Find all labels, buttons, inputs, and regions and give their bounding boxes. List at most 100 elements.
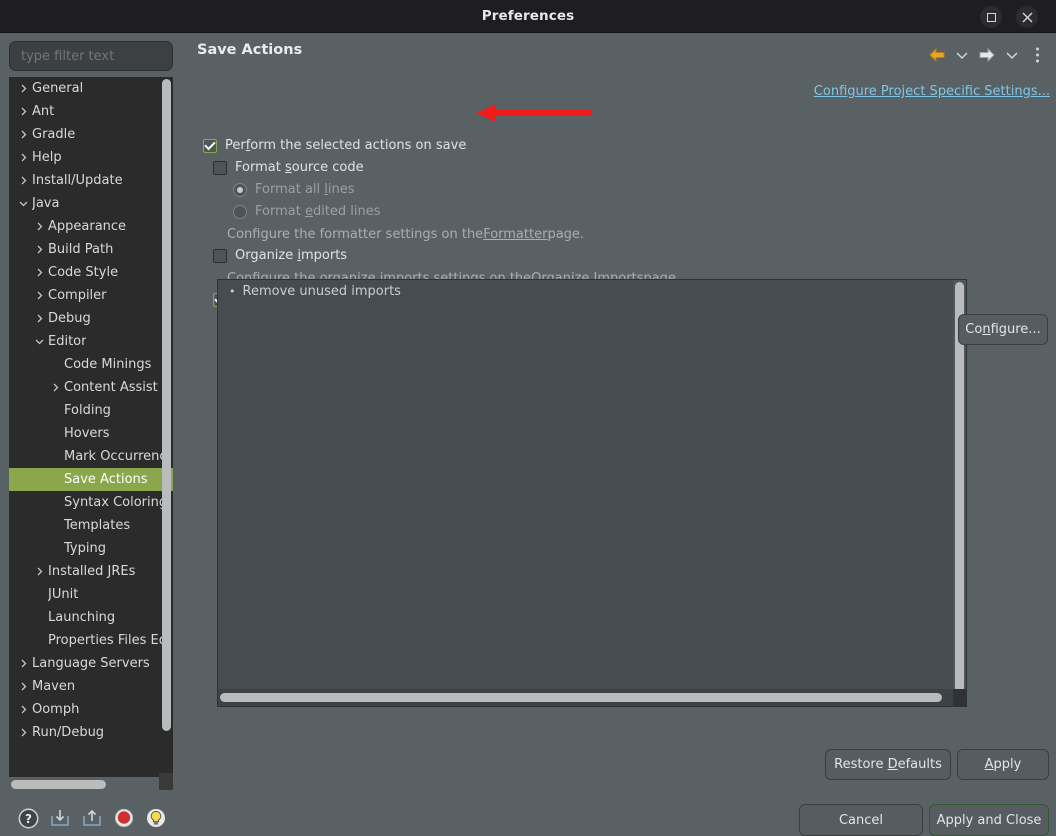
back-button[interactable] xyxy=(926,44,948,66)
sidebar-item-language-servers[interactable]: Language Servers xyxy=(9,652,173,675)
sidebar-item-compiler[interactable]: Compiler xyxy=(9,284,173,307)
sidebar-item-code-style[interactable]: Code Style xyxy=(9,261,173,284)
format-all-lines-radio[interactable] xyxy=(233,182,247,197)
apply-button[interactable]: Apply xyxy=(957,749,1049,780)
sidebar-item-run-debug[interactable]: Run/Debug xyxy=(9,721,173,744)
tree-expander[interactable] xyxy=(15,199,32,208)
chevron-right-icon[interactable] xyxy=(35,314,44,323)
list-horizontal-scrollbar[interactable] xyxy=(220,693,942,702)
tree-expander[interactable] xyxy=(31,314,48,323)
maximize-button[interactable] xyxy=(980,6,1002,28)
apply-and-close-button[interactable]: Apply and Close xyxy=(929,804,1049,836)
chevron-right-icon[interactable] xyxy=(19,130,28,139)
tree-expander[interactable] xyxy=(15,705,32,714)
tree-expander[interactable] xyxy=(31,291,48,300)
chevron-right-icon[interactable] xyxy=(19,176,28,185)
sidebar-item-appearance[interactable]: Appearance xyxy=(9,215,173,238)
sidebar-item-ant[interactable]: Ant xyxy=(9,100,173,123)
tree-expander[interactable] xyxy=(15,153,32,162)
sidebar-item-junit[interactable]: JUnit xyxy=(9,583,173,606)
chevron-down-icon[interactable] xyxy=(35,337,44,346)
tree-vertical-scrollbar[interactable] xyxy=(162,79,171,731)
chevron-right-icon[interactable] xyxy=(19,84,28,93)
sidebar-item-content-assist[interactable]: Content Assist xyxy=(9,376,173,399)
chevron-right-icon[interactable] xyxy=(35,567,44,576)
preferences-tree[interactable]: General Ant Gradle Help Install/Update Java Ap… xyxy=(9,77,173,777)
tree-expander[interactable] xyxy=(31,268,48,277)
chevron-right-icon[interactable] xyxy=(35,291,44,300)
sidebar-item-oomph[interactable]: Oomph xyxy=(9,698,173,721)
restore-defaults-button[interactable]: Restore Defaults xyxy=(825,749,951,780)
sidebar-item-gradle[interactable]: Gradle xyxy=(9,123,173,146)
chevron-right-icon[interactable] xyxy=(19,107,28,116)
format-source-code-row[interactable]: Format source code xyxy=(213,160,364,175)
tip-icon[interactable] xyxy=(144,806,168,830)
tree-expander[interactable] xyxy=(15,659,32,668)
chevron-right-icon[interactable] xyxy=(19,705,28,714)
tree-expander[interactable] xyxy=(15,728,32,737)
help-icon[interactable]: ? xyxy=(16,806,40,830)
sidebar-item-general[interactable]: General xyxy=(9,77,173,100)
format-source-code-checkbox[interactable] xyxy=(213,160,227,175)
chevron-right-icon[interactable] xyxy=(19,659,28,668)
tree-expander[interactable] xyxy=(47,383,64,392)
tree-expander[interactable] xyxy=(15,176,32,185)
tree-horizontal-scrollbar[interactable] xyxy=(11,780,106,789)
forward-history-dropdown[interactable] xyxy=(1001,44,1023,66)
format-all-lines-row[interactable]: Format all lines xyxy=(233,182,355,197)
sidebar-item-install-update[interactable]: Install/Update xyxy=(9,169,173,192)
tree-expander[interactable] xyxy=(15,682,32,691)
back-history-dropdown[interactable] xyxy=(951,44,973,66)
sidebar-item-help[interactable]: Help xyxy=(9,146,173,169)
format-edited-lines-row[interactable]: Format edited lines xyxy=(233,204,381,219)
chevron-right-icon[interactable] xyxy=(19,728,28,737)
chevron-right-icon[interactable] xyxy=(35,268,44,277)
sidebar-item-launching[interactable]: Launching xyxy=(9,606,173,629)
sidebar-item-folding[interactable]: Folding xyxy=(9,399,173,422)
sidebar-item-templates[interactable]: Templates xyxy=(9,514,173,537)
format-edited-lines-radio[interactable] xyxy=(233,204,247,219)
cancel-button[interactable]: Cancel xyxy=(799,804,923,836)
tree-expander[interactable] xyxy=(31,245,48,254)
sidebar-item-build-path[interactable]: Build Path xyxy=(9,238,173,261)
tree-expander[interactable] xyxy=(15,84,32,93)
perform-on-save-row[interactable]: Perform the selected actions on save xyxy=(203,138,466,153)
tree-expander[interactable] xyxy=(15,130,32,139)
chevron-right-icon[interactable] xyxy=(51,383,60,392)
export-icon[interactable] xyxy=(80,806,104,830)
tree-expander[interactable] xyxy=(15,107,32,116)
record-icon[interactable] xyxy=(112,806,136,830)
configure-button[interactable]: Configure... xyxy=(958,314,1048,345)
view-menu-button[interactable] xyxy=(1026,44,1048,66)
sidebar-item-editor[interactable]: Editor xyxy=(9,330,173,353)
sidebar-item-code-minings[interactable]: Code Minings xyxy=(9,353,173,376)
additional-actions-list[interactable]: • Remove unused imports xyxy=(217,279,967,707)
tree-expander[interactable] xyxy=(31,337,48,346)
chevron-right-icon[interactable] xyxy=(19,153,28,162)
organize-imports-checkbox[interactable] xyxy=(213,248,227,263)
sidebar-item-debug[interactable]: Debug xyxy=(9,307,173,330)
sidebar-item-typing[interactable]: Typing xyxy=(9,537,173,560)
close-button[interactable] xyxy=(1016,6,1038,28)
sidebar-item-properties-files-editor[interactable]: Properties Files Editor xyxy=(9,629,173,652)
formatter-page-link[interactable]: Formatter xyxy=(483,227,547,242)
organize-imports-row[interactable]: Organize imports xyxy=(213,248,347,263)
sidebar-item-hovers[interactable]: Hovers xyxy=(9,422,173,445)
tree-expander[interactable] xyxy=(31,567,48,576)
sidebar-item-java[interactable]: Java xyxy=(9,192,173,215)
list-item[interactable]: • Remove unused imports xyxy=(218,280,953,302)
sidebar-item-maven[interactable]: Maven xyxy=(9,675,173,698)
sidebar-item-installed-jres[interactable]: Installed JREs xyxy=(9,560,173,583)
chevron-down-icon[interactable] xyxy=(19,199,28,208)
configure-project-specific-settings-link[interactable]: Configure Project Specific Settings... xyxy=(814,84,1050,99)
chevron-right-icon[interactable] xyxy=(35,245,44,254)
tree-expander[interactable] xyxy=(31,222,48,231)
filter-input[interactable] xyxy=(9,41,173,71)
perform-on-save-checkbox[interactable] xyxy=(203,138,217,153)
import-icon[interactable] xyxy=(48,806,72,830)
sidebar-item-syntax-coloring[interactable]: Syntax Coloring xyxy=(9,491,173,514)
chevron-right-icon[interactable] xyxy=(19,682,28,691)
sidebar-item-mark-occurrences[interactable]: Mark Occurrences xyxy=(9,445,173,468)
sidebar-item-save-actions[interactable]: Save Actions xyxy=(9,468,173,491)
chevron-right-icon[interactable] xyxy=(35,222,44,231)
